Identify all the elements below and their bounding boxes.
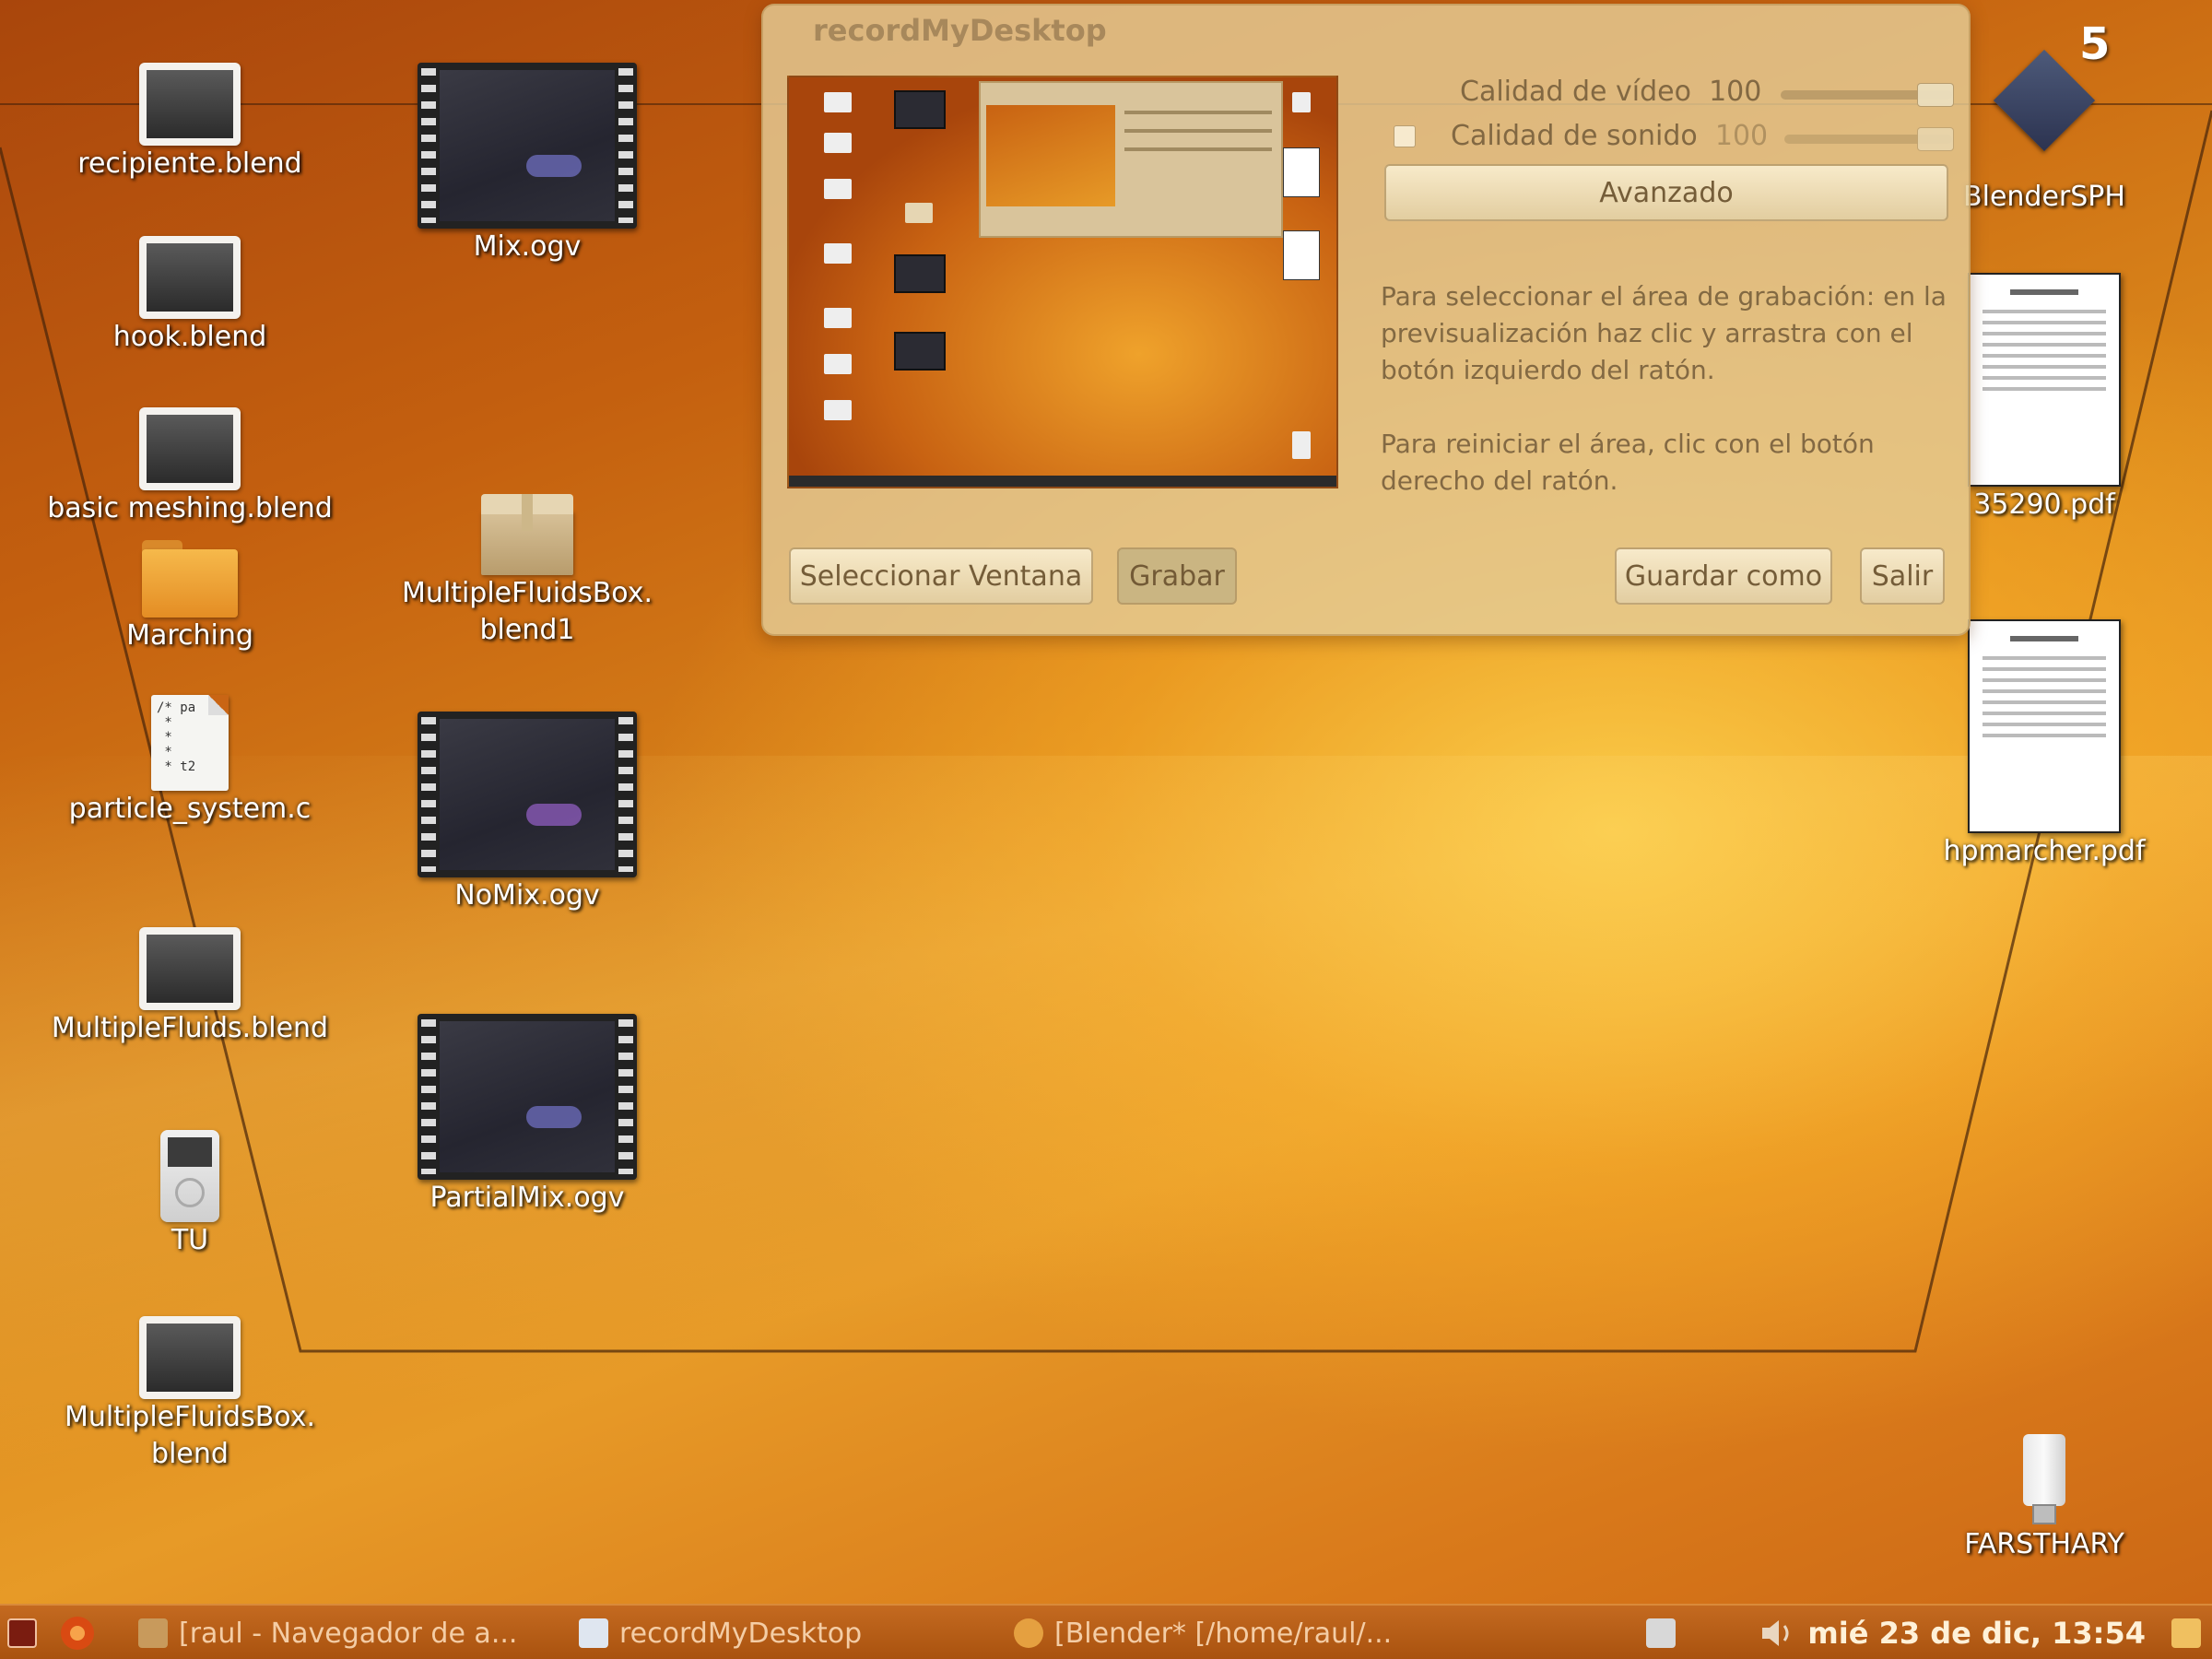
clock[interactable]: mié 23 de dic, 13:54 bbox=[1807, 1613, 2146, 1653]
taskbar-item-label: recordMyDesktop bbox=[619, 1617, 863, 1650]
icon-label: FARSTHARY bbox=[1964, 1528, 2124, 1560]
sound-quality-slider[interactable] bbox=[1784, 127, 1954, 151]
desktop-icon-basic-meshing[interactable]: basic meshing.blend bbox=[33, 407, 347, 527]
window-icon bbox=[579, 1618, 608, 1648]
desktop-icon-particle-system[interactable]: /* pa * * * * t2 particle_system.c bbox=[33, 695, 347, 828]
icon-label: Marching bbox=[126, 619, 253, 652]
tray-network-button[interactable] bbox=[1646, 1613, 1687, 1653]
desktop-icon-recipiente[interactable]: recipiente.blend bbox=[33, 63, 347, 182]
sound-quality-value: 100 bbox=[1714, 120, 1769, 152]
icon-label: NoMix.ogv bbox=[454, 879, 600, 912]
desktop-icon-multiplefluidsbox[interactable]: MultipleFluidsBox. blend bbox=[33, 1316, 347, 1473]
app-launcher-button[interactable] bbox=[55, 1613, 100, 1653]
recordmydesktop-window: recordMyDesktop Calidad de vídeo 100 Cal… bbox=[761, 4, 1971, 636]
desktop-icon-farsthary-usb[interactable]: FARSTHARY bbox=[1888, 1434, 2201, 1563]
blend-file-icon bbox=[139, 927, 241, 1010]
recording-area-preview[interactable] bbox=[787, 76, 1338, 488]
network-icon bbox=[1646, 1618, 1676, 1648]
taskbar: [raul - Navegador de a... recordMyDeskto… bbox=[0, 1604, 2212, 1659]
slider-handle[interactable] bbox=[1917, 83, 1954, 107]
video-quality-label: Calidad de vídeo 100 bbox=[1460, 76, 1762, 108]
taskbar-item-label: [raul - Navegador de a... bbox=[179, 1617, 518, 1650]
blend-file-icon bbox=[139, 1316, 241, 1399]
usb-drive-icon bbox=[2023, 1434, 2065, 1526]
taskbar-item-file-browser[interactable]: [raul - Navegador de a... bbox=[138, 1613, 517, 1653]
icon-label: basic meshing.blend bbox=[47, 492, 333, 524]
volume-icon bbox=[1762, 1620, 1789, 1646]
icon-label: PartialMix.ogv bbox=[429, 1182, 625, 1214]
taskbar-item-label: [Blender* [/home/raul/... bbox=[1054, 1617, 1393, 1650]
record-button[interactable]: Grabar bbox=[1117, 547, 1237, 605]
save-as-button[interactable]: Guardar como bbox=[1615, 547, 1832, 605]
notification-icon bbox=[2171, 1618, 2201, 1648]
blend-file-icon bbox=[139, 63, 241, 146]
blender-icon bbox=[1014, 1618, 1043, 1648]
sound-quality-label: Calidad de sonido 100 bbox=[1451, 120, 1769, 152]
icon-label: hook.blend bbox=[112, 321, 267, 353]
video-file-icon bbox=[418, 63, 637, 229]
show-desktop-button[interactable] bbox=[7, 1613, 48, 1653]
desktop-icon-nomix-video[interactable]: NoMix.ogv bbox=[371, 712, 684, 914]
sound-quality-checkbox[interactable] bbox=[1394, 125, 1416, 147]
video-quality-slider[interactable] bbox=[1781, 83, 1954, 107]
slider-handle[interactable] bbox=[1917, 127, 1954, 151]
desktop-icon-hook[interactable]: hook.blend bbox=[33, 236, 347, 356]
icon-label: recipiente.blend bbox=[77, 147, 302, 180]
icon-label: MultipleFluidsBox. blend1 bbox=[401, 577, 653, 646]
taskbar-item-blender[interactable]: [Blender* [/home/raul/... bbox=[1014, 1613, 1392, 1653]
c-file-glyph-text: /* pa * * * * t2 bbox=[157, 700, 196, 774]
desktop-icon-partialmix-video[interactable]: PartialMix.ogv bbox=[371, 1014, 684, 1217]
show-desktop-icon bbox=[7, 1618, 37, 1648]
video-quality-value: 100 bbox=[1709, 76, 1762, 108]
icon-label: Mix.ogv bbox=[473, 230, 582, 263]
advanced-button[interactable]: Avanzado bbox=[1384, 164, 1948, 221]
folder-icon bbox=[138, 1618, 168, 1648]
pdf-file-icon bbox=[1968, 273, 2121, 487]
icon-label: TU bbox=[171, 1224, 209, 1256]
desktop-icon-marching-folder[interactable]: Marching bbox=[33, 540, 347, 654]
taskbar-item-recordmydesktop[interactable]: recordMyDesktop bbox=[579, 1613, 862, 1653]
c-source-file-icon: /* pa * * * * t2 bbox=[151, 695, 229, 791]
icon-label: hpmarcher.pdf bbox=[1943, 835, 2146, 867]
select-window-button[interactable]: Seleccionar Ventana bbox=[789, 547, 1093, 605]
blend-file-icon bbox=[139, 236, 241, 319]
tray-notification-button[interactable] bbox=[2171, 1613, 2212, 1653]
blend-file-icon bbox=[139, 407, 241, 490]
icon-label: particle_system.c bbox=[68, 793, 312, 825]
help-text-reset-area: Para reiniciar el área, clic con el botó… bbox=[1381, 429, 1875, 496]
window-title: recordMyDesktop bbox=[813, 13, 1107, 48]
launcher-icon bbox=[61, 1617, 94, 1650]
icon-label: MultipleFluids.blend bbox=[51, 1012, 329, 1044]
pdf-file-icon bbox=[1968, 619, 2121, 833]
package-icon bbox=[481, 494, 573, 575]
quit-button[interactable]: Salir bbox=[1860, 547, 1945, 605]
folder-icon bbox=[142, 540, 238, 618]
desktop-icon-mix-video[interactable]: Mix.ogv bbox=[371, 63, 684, 265]
desktop-icon-hpmarcher-pdf[interactable]: hpmarcher.pdf bbox=[1888, 619, 2201, 870]
desktop-icon-multiplefluidsbox-blend1[interactable]: MultipleFluidsBox. blend1 bbox=[371, 494, 684, 649]
video-file-icon bbox=[418, 712, 637, 877]
video-file-icon bbox=[418, 1014, 637, 1180]
icon-label: MultipleFluidsBox. blend bbox=[64, 1401, 316, 1470]
desktop-icon-multiplefluids[interactable]: MultipleFluids.blend bbox=[33, 927, 347, 1047]
media-player-icon bbox=[160, 1130, 219, 1222]
help-text-select-area: Para seleccionar el área de grabación: e… bbox=[1381, 281, 1947, 385]
desktop-icon-tu-device[interactable]: TU bbox=[33, 1130, 347, 1259]
tray-volume-button[interactable] bbox=[1759, 1613, 1795, 1653]
